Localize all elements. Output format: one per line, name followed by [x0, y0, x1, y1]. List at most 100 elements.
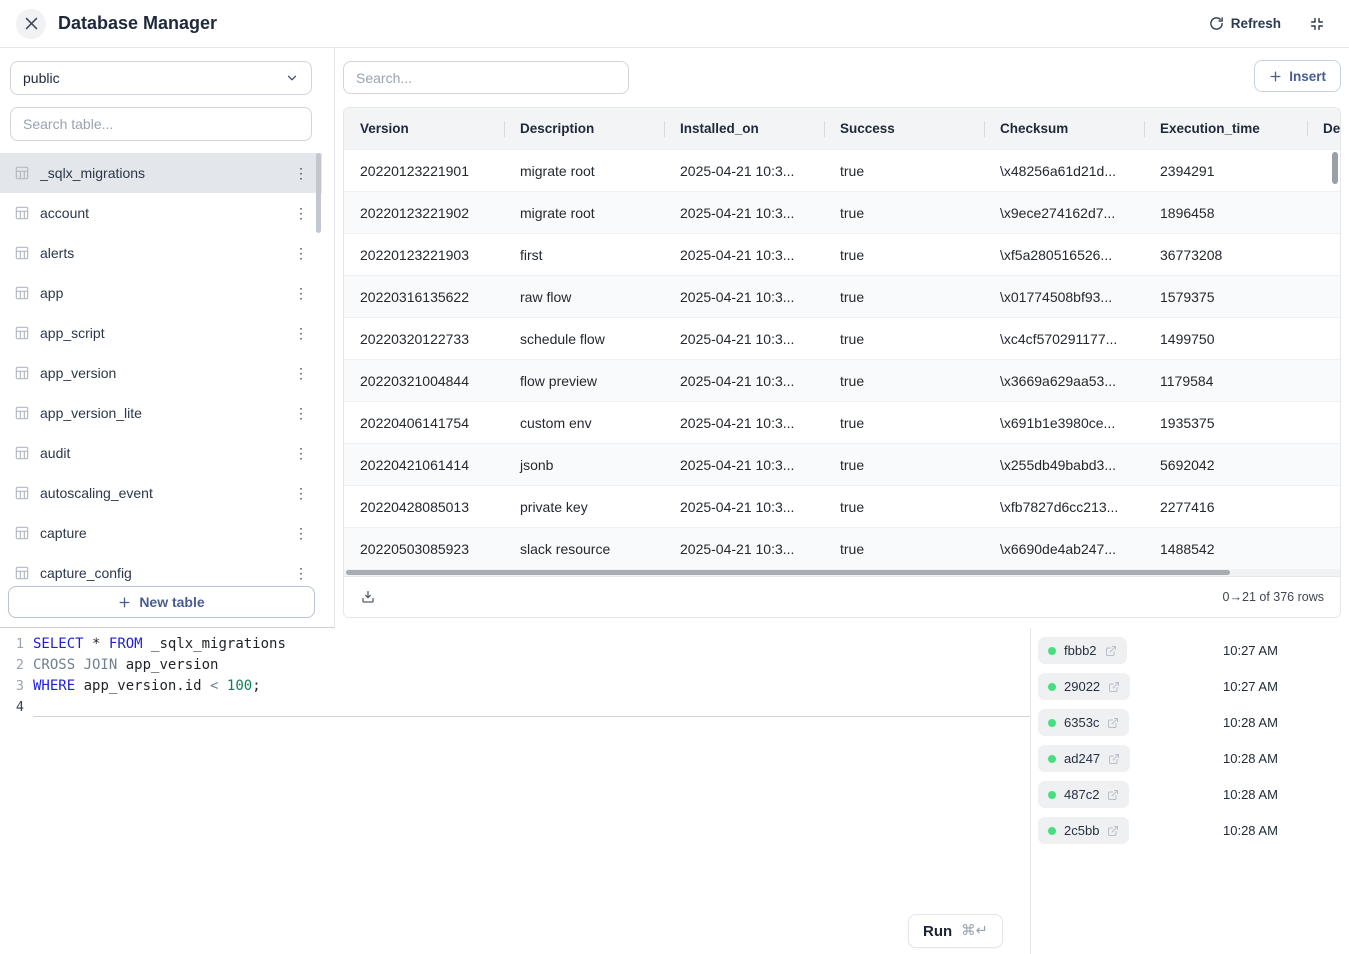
history-item-6353c[interactable]: 6353c: [1038, 709, 1129, 736]
history-id-label: 2c5bb: [1064, 823, 1099, 838]
sql-editor[interactable]: 1 SELECT * FROM _sqlx_migrations 2 CROSS…: [0, 628, 1030, 954]
table-menu-button[interactable]: ⋮: [288, 284, 314, 302]
insert-button[interactable]: Insert: [1254, 60, 1341, 92]
table-list: _sqlx_migrations ⋮ account ⋮ alerts ⋮ ap…: [0, 153, 322, 589]
refresh-button[interactable]: Refresh: [1209, 16, 1281, 31]
table-cell: 20220320122733: [344, 331, 504, 347]
table-menu-button[interactable]: ⋮: [288, 404, 314, 422]
history-item-29022[interactable]: 29022: [1038, 673, 1130, 700]
table-row[interactable]: 20220321004844flow preview2025-04-21 10:…: [344, 359, 1340, 401]
sidebar-item-app_version_lite[interactable]: app_version_lite ⋮: [0, 393, 322, 433]
table-row[interactable]: 20220428085013private key2025-04-21 10:3…: [344, 485, 1340, 527]
results-grid: VersionDescriptionInstalled_onSuccessChe…: [343, 107, 1341, 618]
vertical-scrollbar[interactable]: [1332, 152, 1338, 184]
table-row[interactable]: 20220421061414jsonb2025-04-21 10:3...tru…: [344, 443, 1340, 485]
history-item-ad247[interactable]: ad247: [1038, 745, 1130, 772]
table-cell: \xfb7827d6cc213...: [984, 499, 1144, 515]
table-cell: 2025-04-21 10:3...: [664, 331, 824, 347]
history-timestamp: 10:27 AM: [1223, 679, 1278, 694]
sidebar-item-account[interactable]: account ⋮: [0, 193, 322, 233]
history-timestamp: 10:28 AM: [1223, 715, 1278, 730]
close-button[interactable]: [16, 9, 46, 39]
table-row[interactable]: 20220123221901migrate root2025-04-21 10:…: [344, 149, 1340, 191]
table-menu-button[interactable]: ⋮: [288, 364, 314, 382]
table-row[interactable]: 20220123221903first2025-04-21 10:3...tru…: [344, 233, 1340, 275]
table-name-label: app: [40, 285, 288, 301]
table-cell: 20220421061414: [344, 457, 504, 473]
table-menu-button[interactable]: ⋮: [288, 484, 314, 502]
download-button[interactable]: [360, 589, 376, 605]
collapse-button[interactable]: [1309, 16, 1325, 32]
horizontal-scrollbar[interactable]: [346, 570, 1230, 575]
table-icon: [14, 205, 30, 221]
sidebar-item-capture_config[interactable]: capture_config ⋮: [0, 553, 322, 589]
grid-footer: 0→21 of 376 rows: [344, 576, 1340, 617]
table-cell: 20220406141754: [344, 415, 504, 431]
table-row[interactable]: 20220503085923slack resource2025-04-21 1…: [344, 527, 1340, 569]
status-success-dot: [1048, 647, 1056, 655]
table-menu-button[interactable]: ⋮: [288, 564, 314, 582]
external-link-icon: [1107, 825, 1119, 837]
table-name-label: app_version_lite: [40, 405, 288, 421]
sidebar-item-app_version[interactable]: app_version ⋮: [0, 353, 322, 393]
data-pane: Insert VersionDescriptionInstalled_onSuc…: [336, 48, 1349, 628]
history-timestamp: 10:28 AM: [1223, 787, 1278, 802]
table-cell: 20220503085923: [344, 541, 504, 557]
table-menu-button[interactable]: ⋮: [288, 164, 314, 182]
sidebar-item-autoscaling_event[interactable]: autoscaling_event ⋮: [0, 473, 322, 513]
table-name-label: capture: [40, 525, 288, 541]
table-row[interactable]: 20220320122733schedule flow2025-04-21 10…: [344, 317, 1340, 359]
sidebar-item-_sqlx_migrations[interactable]: _sqlx_migrations ⋮: [0, 153, 322, 193]
column-header-Description: Description: [504, 121, 664, 136]
table-search-input[interactable]: [10, 107, 312, 141]
table-cell: migrate root: [504, 205, 664, 221]
run-button[interactable]: Run ⌘↵: [908, 914, 1003, 948]
refresh-label: Refresh: [1231, 16, 1281, 31]
sidebar-item-audit[interactable]: audit ⋮: [0, 433, 322, 473]
table-menu-button[interactable]: ⋮: [288, 244, 314, 262]
table-cell: 20220123221901: [344, 163, 504, 179]
history-item-fbbb2[interactable]: fbbb2: [1038, 637, 1127, 664]
table-row[interactable]: 20220316135622raw flow2025-04-21 10:3...…: [344, 275, 1340, 317]
table-cell: \x3669a629aa53...: [984, 373, 1144, 389]
table-cell: slack resource: [504, 541, 664, 557]
table-menu-button[interactable]: ⋮: [288, 444, 314, 462]
plus-icon: [118, 596, 131, 609]
code-line: 3 WHERE app_version.id < 100;: [0, 675, 1030, 696]
table-cell: \xc4cf570291177...: [984, 331, 1144, 347]
table-cell: 20220321004844: [344, 373, 504, 389]
table-cell: jsonb: [504, 457, 664, 473]
schema-select[interactable]: public: [10, 61, 312, 95]
sidebar-item-app[interactable]: app ⋮: [0, 273, 322, 313]
search-input[interactable]: [343, 61, 629, 94]
table-cell: 1499750: [1144, 331, 1307, 347]
table-row[interactable]: 20220123221902migrate root2025-04-21 10:…: [344, 191, 1340, 233]
table-name-label: _sqlx_migrations: [40, 165, 288, 181]
table-menu-button[interactable]: ⋮: [288, 204, 314, 222]
table-cell: 20220123221903: [344, 247, 504, 263]
sidebar-item-capture[interactable]: capture ⋮: [0, 513, 322, 553]
code-line: 1 SELECT * FROM _sqlx_migrations: [0, 633, 1030, 654]
table-cell: \x255db49babd3...: [984, 457, 1144, 473]
table-cell: 2025-04-21 10:3...: [664, 205, 824, 221]
history-id-label: 6353c: [1064, 715, 1099, 730]
table-icon: [14, 325, 30, 341]
table-cell: \x01774508bf93...: [984, 289, 1144, 305]
line-number: 3: [0, 678, 24, 694]
table-cell: 2394291: [1144, 163, 1307, 179]
sidebar-scrollbar[interactable]: [316, 153, 321, 233]
history-row: ad247 10:28 AM: [1031, 744, 1349, 773]
table-cell: true: [824, 247, 984, 263]
table-menu-button[interactable]: ⋮: [288, 324, 314, 342]
history-item-487c2[interactable]: 487c2: [1038, 781, 1129, 808]
table-row[interactable]: 20220406141754custom env2025-04-21 10:3.…: [344, 401, 1340, 443]
table-cell: \x48256a61d21d...: [984, 163, 1144, 179]
sidebar-item-app_script[interactable]: app_script ⋮: [0, 313, 322, 353]
table-cell: private key: [504, 499, 664, 515]
history-item-2c5bb[interactable]: 2c5bb: [1038, 817, 1129, 844]
sidebar-item-alerts[interactable]: alerts ⋮: [0, 233, 322, 273]
table-menu-button[interactable]: ⋮: [288, 524, 314, 542]
new-table-button[interactable]: New table: [8, 586, 315, 618]
external-link-icon: [1107, 717, 1119, 729]
table-cell: \xf5a280516526...: [984, 247, 1144, 263]
